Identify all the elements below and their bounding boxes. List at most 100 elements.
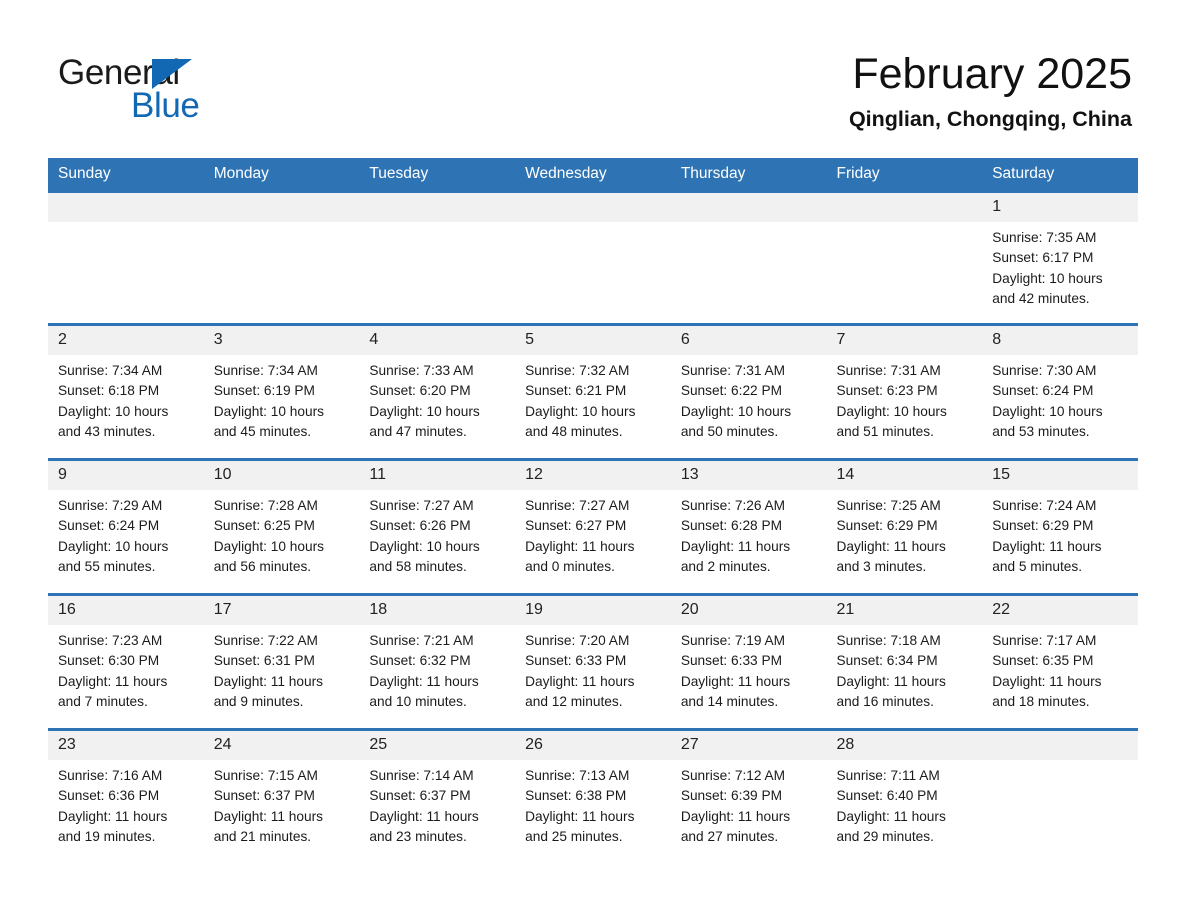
- daylight-duration-line2: and 50 minutes.: [680, 423, 779, 439]
- calendar-day-cell[interactable]: 18 Sunrise: 7:21 AM Sunset: 6:32 PM Dayligh…: [359, 593, 516, 730]
- day-number: 23: [48, 731, 204, 760]
- sunset-time: Sunset: 6:32 PM: [369, 653, 471, 669]
- sunset-time: Sunset: 6:40 PM: [836, 788, 938, 804]
- calendar-day-cell-empty: [982, 728, 1138, 863]
- calendar-day-cell[interactable]: 28 Sunrise: 7:11 AM Sunset: 6:40 PM Dayligh…: [826, 728, 983, 863]
- daylight-duration-line2: and 19 minutes.: [58, 828, 156, 844]
- calendar-day-cell[interactable]: 19 Sunrise: 7:20 AM Sunset: 6:33 PM Dayligh…: [515, 593, 671, 730]
- daylight-duration-line1: Daylight: 10 hours: [369, 403, 480, 419]
- calendar-day-cell[interactable]: 1 Sunrise: 7:35 AM Sunset: 6:17 PM Daylight…: [982, 190, 1138, 325]
- daylight-duration-line2: and 10 minutes.: [369, 693, 467, 709]
- calendar-day-cell-empty: [359, 190, 516, 325]
- daylight-duration-line1: Daylight: 11 hours: [213, 673, 324, 689]
- calendar-day-cell[interactable]: 16 Sunrise: 7:23 AM Sunset: 6:30 PM Dayligh…: [48, 593, 204, 730]
- calendar-day-cell[interactable]: 4 Sunrise: 7:33 AM Sunset: 6:20 PM Daylight…: [359, 323, 516, 460]
- calendar-day-cell[interactable]: 17 Sunrise: 7:22 AM Sunset: 6:31 PM Dayligh…: [203, 593, 360, 730]
- sunrise-time: Sunrise: 7:21 AM: [369, 633, 474, 648]
- sunset-time: Sunset: 6:30 PM: [58, 653, 160, 669]
- sunrise-time: Sunrise: 7:26 AM: [680, 498, 786, 513]
- day-details: Sunrise: 7:16 AM Sunset: 6:36 PM Daylight:…: [48, 760, 204, 847]
- sunrise-time: Sunrise: 7:34 AM: [58, 363, 163, 378]
- calendar-day-cell[interactable]: 3 Sunrise: 7:34 AM Sunset: 6:19 PM Daylight…: [203, 323, 360, 460]
- daylight-duration-line2: and 7 minutes.: [58, 693, 148, 709]
- daylight-duration-line2: and 0 minutes.: [525, 558, 615, 574]
- sunset-time: Sunset: 6:18 PM: [58, 383, 160, 399]
- calendar-day-cell[interactable]: 27 Sunrise: 7:12 AM Sunset: 6:39 PM Dayligh…: [670, 728, 827, 863]
- daylight-duration-line2: and 51 minutes.: [836, 423, 934, 439]
- calendar-day-cell[interactable]: 8 Sunrise: 7:30 AM Sunset: 6:24 PM Daylight…: [982, 323, 1138, 460]
- day-number: 26: [515, 731, 671, 760]
- daylight-duration-line1: Daylight: 10 hours: [58, 538, 169, 554]
- calendar-day-cell[interactable]: 25 Sunrise: 7:14 AM Sunset: 6:37 PM Dayligh…: [359, 728, 516, 863]
- calendar-day-cell[interactable]: 13 Sunrise: 7:26 AM Sunset: 6:28 PM Dayligh…: [670, 458, 827, 595]
- sunrise-time: Sunrise: 7:31 AM: [836, 363, 941, 378]
- sunrise-time: Sunrise: 7:32 AM: [525, 363, 630, 378]
- daylight-duration-line1: Daylight: 10 hours: [213, 403, 325, 419]
- daylight-duration-line2: and 12 minutes.: [525, 693, 623, 709]
- day-number: 15: [982, 461, 1138, 490]
- weekday-header-wednesday: Wednesday: [515, 158, 671, 192]
- day-details: Sunrise: 7:31 AM Sunset: 6:23 PM Daylight:…: [827, 355, 983, 442]
- sunrise-time: Sunrise: 7:18 AM: [836, 633, 941, 648]
- calendar-day-cell[interactable]: 2 Sunrise: 7:34 AM Sunset: 6:18 PM Daylight…: [48, 323, 204, 460]
- calendar-day-cell[interactable]: 14 Sunrise: 7:25 AM Sunset: 6:29 PM Dayligh…: [826, 458, 983, 595]
- day-number: [359, 193, 516, 222]
- calendar-day-cell-empty: [203, 190, 360, 325]
- calendar-day-cell[interactable]: 22 Sunrise: 7:17 AM Sunset: 6:35 PM Dayligh…: [982, 593, 1138, 730]
- calendar-day-cell[interactable]: 12 Sunrise: 7:27 AM Sunset: 6:27 PM Dayligh…: [515, 458, 671, 595]
- sunrise-time: Sunrise: 7:24 AM: [992, 498, 1097, 513]
- calendar-week-row: 16 Sunrise: 7:23 AM Sunset: 6:30 PM Dayligh…: [48, 593, 1138, 730]
- day-number: 5: [515, 326, 671, 355]
- calendar-day-cell[interactable]: 7 Sunrise: 7:31 AM Sunset: 6:23 PM Daylight…: [826, 323, 983, 460]
- calendar-day-cell[interactable]: 6 Sunrise: 7:31 AM Sunset: 6:22 PM Daylight…: [670, 323, 827, 460]
- sunset-time: Sunset: 6:38 PM: [525, 788, 627, 804]
- calendar-day-cell-empty: [48, 190, 204, 325]
- day-details: Sunrise: 7:15 AM Sunset: 6:37 PM Daylight:…: [204, 760, 360, 847]
- calendar-day-cell[interactable]: 11 Sunrise: 7:27 AM Sunset: 6:26 PM Dayligh…: [359, 458, 516, 595]
- day-details: Sunrise: 7:31 AM Sunset: 6:22 PM Daylight:…: [671, 355, 827, 442]
- calendar-day-cell[interactable]: 24 Sunrise: 7:15 AM Sunset: 6:37 PM Dayligh…: [203, 728, 360, 863]
- day-details: Sunrise: 7:34 AM Sunset: 6:18 PM Daylight:…: [48, 355, 204, 442]
- sunset-time: Sunset: 6:37 PM: [369, 788, 471, 804]
- day-details: Sunrise: 7:32 AM Sunset: 6:21 PM Daylight:…: [515, 355, 671, 442]
- calendar-day-cell[interactable]: 21 Sunrise: 7:18 AM Sunset: 6:34 PM Dayligh…: [826, 593, 983, 730]
- day-number: 10: [203, 461, 360, 490]
- daylight-duration-line1: Daylight: 10 hours: [369, 538, 480, 554]
- daylight-duration-line2: and 16 minutes.: [836, 693, 934, 709]
- daylight-duration-line2: and 9 minutes.: [213, 693, 304, 709]
- sunset-time: Sunset: 6:23 PM: [836, 383, 938, 399]
- day-details: Sunrise: 7:12 AM Sunset: 6:39 PM Daylight:…: [671, 760, 827, 847]
- calendar-body: 1 Sunrise: 7:35 AM Sunset: 6:17 PM Daylight…: [48, 190, 1138, 863]
- calendar-day-cell[interactable]: 20 Sunrise: 7:19 AM Sunset: 6:33 PM Dayligh…: [670, 593, 827, 730]
- calendar-day-cell[interactable]: 5 Sunrise: 7:32 AM Sunset: 6:21 PM Daylight…: [515, 323, 671, 460]
- daylight-duration-line1: Daylight: 11 hours: [680, 538, 791, 554]
- calendar-day-cell[interactable]: 15 Sunrise: 7:24 AM Sunset: 6:29 PM Dayligh…: [982, 458, 1138, 595]
- calendar-day-cell[interactable]: 9 Sunrise: 7:29 AM Sunset: 6:24 PM Daylight…: [48, 458, 204, 595]
- daylight-duration-line1: Daylight: 11 hours: [213, 808, 324, 824]
- sunset-time: Sunset: 6:20 PM: [369, 383, 471, 399]
- day-details: Sunrise: 7:34 AM Sunset: 6:19 PM Daylight:…: [204, 355, 360, 442]
- sunset-time: Sunset: 6:21 PM: [525, 383, 627, 399]
- sunrise-time: Sunrise: 7:29 AM: [58, 498, 163, 513]
- day-details: Sunrise: 7:24 AM Sunset: 6:29 PM Daylight:…: [982, 490, 1138, 577]
- sunset-time: Sunset: 6:36 PM: [58, 788, 160, 804]
- daylight-duration-line1: Daylight: 11 hours: [680, 673, 791, 689]
- daylight-duration-line2: and 42 minutes.: [992, 290, 1090, 306]
- calendar-week-row: 9 Sunrise: 7:29 AM Sunset: 6:24 PM Daylight…: [48, 458, 1138, 595]
- weekday-header-tuesday: Tuesday: [359, 158, 516, 192]
- daylight-duration-line2: and 14 minutes.: [680, 693, 779, 709]
- sunset-time: Sunset: 6:33 PM: [525, 653, 627, 669]
- day-details: Sunrise: 7:33 AM Sunset: 6:20 PM Daylight:…: [359, 355, 515, 442]
- calendar-day-cell[interactable]: 23 Sunrise: 7:16 AM Sunset: 6:36 PM Dayligh…: [48, 728, 204, 863]
- daylight-duration-line1: Daylight: 10 hours: [836, 403, 947, 419]
- sunset-time: Sunset: 6:29 PM: [836, 518, 938, 534]
- daylight-duration-line1: Daylight: 11 hours: [836, 808, 946, 824]
- daylight-duration-line1: Daylight: 10 hours: [525, 403, 636, 419]
- day-details: Sunrise: 7:28 AM Sunset: 6:25 PM Daylight:…: [204, 490, 360, 577]
- calendar-day-cell[interactable]: 10 Sunrise: 7:28 AM Sunset: 6:25 PM Dayligh…: [203, 458, 360, 595]
- day-number: 3: [203, 326, 360, 355]
- day-details: Sunrise: 7:30 AM Sunset: 6:24 PM Daylight:…: [982, 355, 1138, 442]
- calendar-day-cell[interactable]: 26 Sunrise: 7:13 AM Sunset: 6:38 PM Dayligh…: [515, 728, 671, 863]
- day-number: 27: [670, 731, 827, 760]
- day-details: Sunrise: 7:26 AM Sunset: 6:28 PM Daylight:…: [671, 490, 827, 577]
